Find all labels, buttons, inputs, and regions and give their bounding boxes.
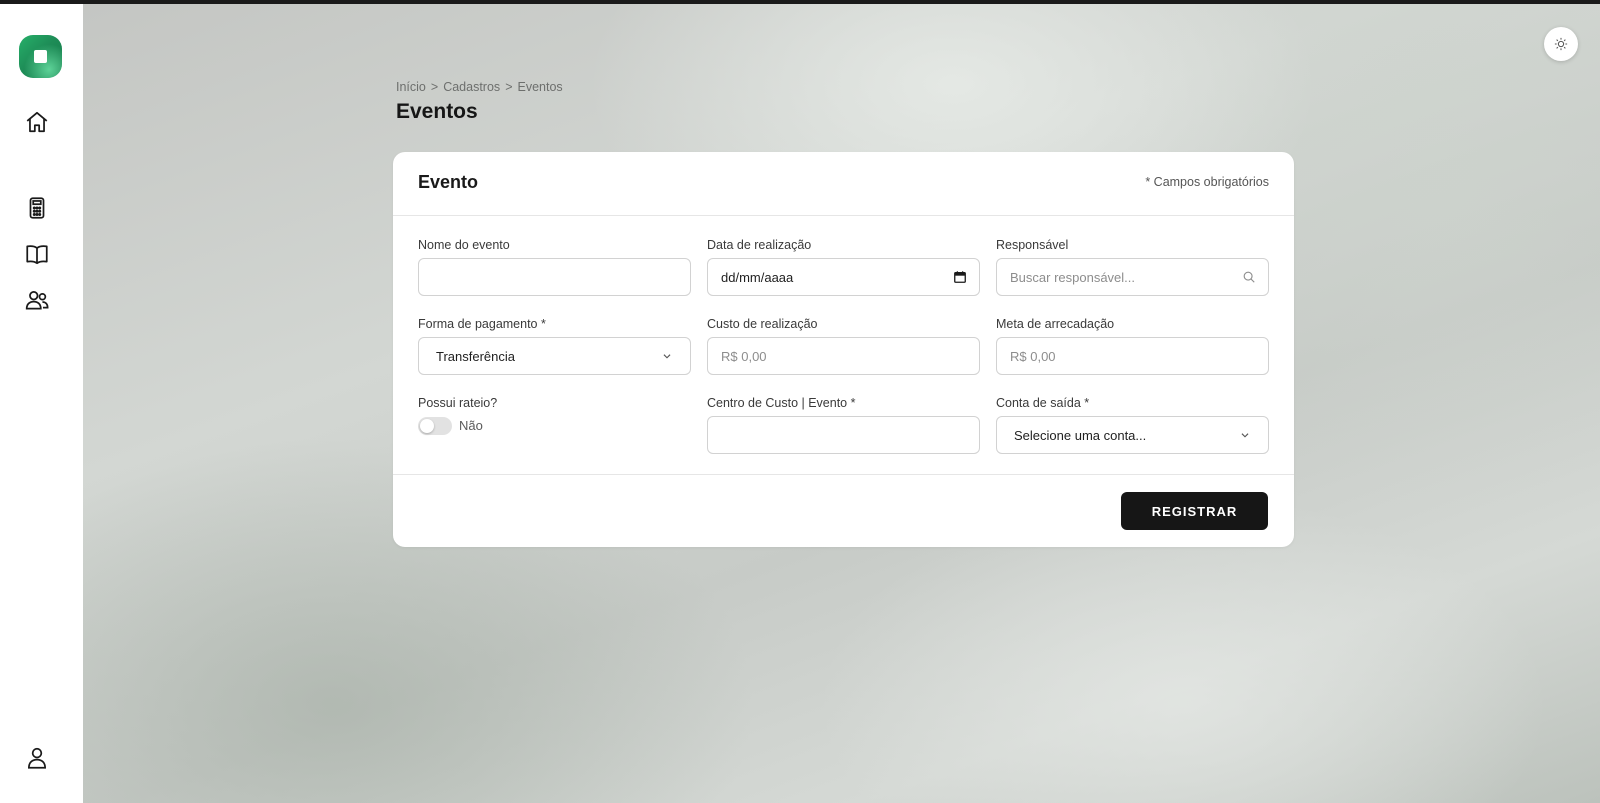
chevron-down-icon	[1238, 428, 1252, 442]
home-icon[interactable]	[24, 109, 50, 135]
card-title: Evento	[418, 172, 479, 192]
book-icon[interactable]	[24, 241, 50, 267]
date-input[interactable]: dd/mm/aaaa	[707, 258, 980, 296]
cost-center-input[interactable]	[707, 416, 980, 454]
divider	[393, 215, 1294, 216]
event-name-input[interactable]	[418, 258, 691, 296]
breadcrumb: Início > Cadastros > Eventos	[396, 80, 563, 94]
theme-toggle-button[interactable]	[1544, 27, 1578, 61]
fundraising-goal-input[interactable]: R$ 0,00	[996, 337, 1269, 375]
sidebar	[0, 4, 83, 803]
field-placeholder: Buscar responsável...	[1010, 270, 1136, 285]
field-label: Centro de Custo | Evento *	[707, 396, 856, 410]
field-label: Forma de pagamento *	[418, 317, 546, 331]
field-nome-evento: Nome do evento	[418, 237, 691, 296]
toggle-label: Não	[459, 418, 483, 433]
apportionment-toggle-group: Não	[418, 417, 538, 435]
apportionment-toggle[interactable]	[418, 417, 452, 435]
calculator-icon[interactable]	[24, 195, 50, 221]
search-icon	[1242, 270, 1256, 284]
field-value: Transferência	[436, 349, 515, 364]
logo[interactable]	[19, 35, 62, 78]
field-value: Selecione uma conta...	[1014, 428, 1147, 443]
field-placeholder: R$ 0,00	[1010, 349, 1056, 364]
chevron-down-icon	[660, 349, 674, 363]
breadcrumb-item-inicio[interactable]: Início	[396, 80, 426, 94]
divider	[393, 474, 1294, 475]
field-label: Custo de realização	[707, 317, 818, 331]
field-meta-arrecadacao: Meta de arrecadação R$ 0,00	[996, 316, 1269, 375]
field-placeholder: R$ 0,00	[721, 349, 767, 364]
sun-icon	[1554, 37, 1568, 51]
field-label: Meta de arrecadação	[996, 317, 1115, 331]
register-button[interactable]: REGISTRAR	[1121, 492, 1268, 530]
field-custo-realizacao: Custo de realização R$ 0,00	[707, 316, 980, 375]
users-icon[interactable]	[24, 287, 50, 313]
responsible-search-input[interactable]: Buscar responsável...	[996, 258, 1269, 296]
field-label: Conta de saída *	[996, 396, 1090, 410]
field-conta-saida: Conta de saída * Selecione uma conta...	[996, 395, 1269, 454]
field-value: dd/mm/aaaa	[721, 270, 794, 285]
field-label: Responsável	[996, 238, 1069, 252]
field-responsavel: Responsável Buscar responsável...	[996, 237, 1269, 296]
field-forma-pagamento: Forma de pagamento * Transferência	[418, 316, 691, 375]
calendar-icon[interactable]	[953, 270, 967, 284]
field-data-realizacao: Data de realização dd/mm/aaaa	[707, 237, 980, 296]
field-possui-rateio: Possui rateio? Não	[418, 395, 691, 435]
event-form-card: Evento * Campos obrigatórios Nome do eve…	[393, 152, 1294, 547]
user-icon[interactable]	[24, 745, 50, 771]
toggle-knob	[420, 419, 434, 433]
breadcrumb-separator: >	[430, 80, 439, 94]
breadcrumb-separator: >	[505, 80, 513, 94]
account-select[interactable]: Selecione uma conta...	[996, 416, 1269, 454]
page-title: Eventos	[396, 100, 478, 123]
payment-method-select[interactable]: Transferência	[418, 337, 691, 375]
required-fields-note: * Campos obrigatórios	[1145, 175, 1269, 189]
breadcrumb-item-cadastros[interactable]: Cadastros	[443, 80, 500, 94]
field-label: Nome do evento	[418, 238, 510, 252]
cost-input[interactable]: R$ 0,00	[707, 337, 980, 375]
top-bar	[0, 0, 1600, 4]
field-label: Possui rateio?	[418, 396, 498, 410]
breadcrumb-item-eventos: Eventos	[517, 80, 563, 94]
field-centro-custo: Centro de Custo | Evento *	[707, 395, 980, 454]
field-label: Data de realização	[707, 238, 812, 252]
